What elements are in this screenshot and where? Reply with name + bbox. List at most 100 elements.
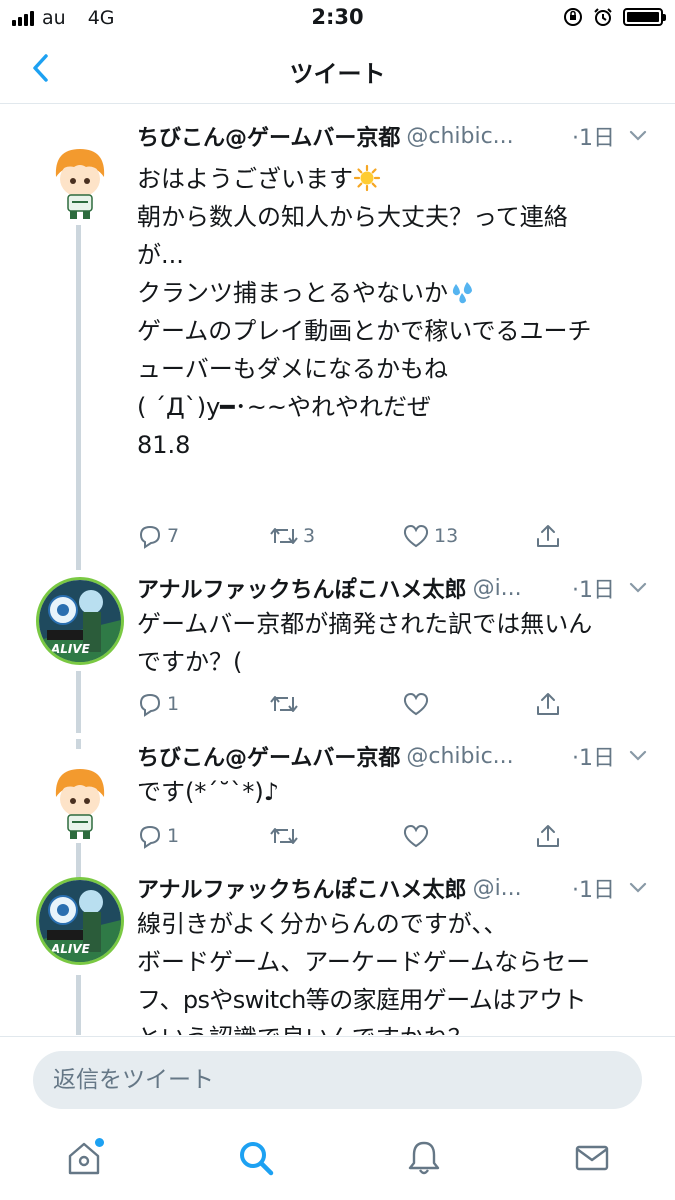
avatar-text: ALIVE <box>51 942 90 956</box>
tweet-line: という認識で良いんですかね？ <box>137 1019 645 1035</box>
avatar[interactable] <box>36 135 124 223</box>
display-name[interactable]: ちびこん@ゲームバー京都 <box>137 740 400 772</box>
tweet-line: おはようございます <box>137 165 353 193</box>
notifications-icon <box>408 1141 440 1175</box>
page-title: ツイート <box>289 60 386 88</box>
tweet-line: クランツ捕まっとるやないか <box>137 279 449 307</box>
status-right <box>563 7 666 27</box>
caret-down-icon[interactable] <box>629 582 647 594</box>
retweet-button[interactable]: 3 <box>269 523 315 549</box>
display-name[interactable]: アナルファックちんぽこハメ太郎 <box>137 572 467 604</box>
tweet-actions: 1 <box>137 823 577 859</box>
tweet-line: ですか？( <box>137 648 243 676</box>
thread-line <box>76 671 81 733</box>
tab-messages[interactable] <box>570 1136 614 1180</box>
avatar-text: ALIVE <box>51 642 90 656</box>
reply-count: 1 <box>167 825 180 847</box>
messages-icon <box>575 1145 609 1171</box>
tweet-line: ( ´Д`)y━･~~やれやれだぜ <box>137 393 431 421</box>
share-icon <box>537 525 559 547</box>
retweet-button[interactable] <box>269 823 299 849</box>
tweet-line: 朝から数人の知人から大丈夫？って連絡 <box>137 203 568 231</box>
tab-home[interactable] <box>62 1136 106 1180</box>
status-bar: au 4G 2:30 <box>0 0 675 36</box>
handle[interactable]: @chibic... <box>406 744 566 769</box>
like-button[interactable]: 13 <box>402 523 458 549</box>
retweet-button[interactable] <box>269 691 299 717</box>
reply-count: 1 <box>167 693 180 715</box>
reply-button[interactable]: 7 <box>137 523 179 549</box>
reply-icon <box>139 825 161 849</box>
tweet-actions: 7 3 13 <box>137 523 577 559</box>
reply-count: 7 <box>167 525 180 547</box>
tweet-thread: ちびこん@ゲームバー京都 @chibic... ·1日 おはようございます 朝か… <box>0 105 675 1035</box>
nav-bar: ツイート <box>0 36 675 104</box>
tweet[interactable]: ちびこん@ゲームバー京都 @chibic... ·1日 おはようございます 朝か… <box>0 105 675 575</box>
like-icon <box>403 692 429 716</box>
retweet-icon <box>270 828 298 844</box>
tweet-line: ボードゲーム、アーケードゲームならセー <box>137 948 591 976</box>
reply-button[interactable]: 1 <box>137 823 179 849</box>
timestamp[interactable]: ·1日 <box>572 872 615 904</box>
share-icon <box>537 825 559 847</box>
sweat-drops-emoji <box>452 282 473 304</box>
orientation-lock-icon <box>564 8 582 26</box>
tweet-text: 線引きがよく分からんのですが、、 ボードゲーム、アーケードゲームならセー フ、p… <box>137 905 645 1035</box>
chibi-avatar-image <box>36 135 124 223</box>
thread-line <box>76 739 81 749</box>
reply-input[interactable] <box>33 1051 642 1109</box>
timestamp[interactable]: ·1日 <box>572 740 615 772</box>
avatar[interactable]: ALIVE <box>36 577 124 665</box>
chibi-avatar-image <box>36 755 124 843</box>
alarm-icon <box>594 8 612 26</box>
tweet-line: フ、psやswitch等の家庭用ゲームはアウト <box>137 986 586 1014</box>
caret-down-icon[interactable] <box>629 750 647 762</box>
tweet-text: おはようございます 朝から数人の知人から大丈夫？って連絡 が... クランツ捕ま… <box>137 160 635 464</box>
tweet-line: ューバーもダメになるかもね <box>137 355 449 383</box>
tweet-actions: 1 <box>137 691 577 727</box>
retweet-count: 3 <box>303 525 316 547</box>
avatar[interactable] <box>36 755 124 843</box>
share-button[interactable] <box>535 523 561 549</box>
like-button[interactable] <box>402 823 430 849</box>
tweet-header: ちびこん@ゲームバー京都 @chibic... ·1日 <box>137 739 647 773</box>
thread-line <box>76 225 81 570</box>
tweet-line: 線引きがよく分からんのですが、、 <box>137 910 508 938</box>
reply-icon <box>139 525 161 549</box>
like-button[interactable] <box>402 691 430 717</box>
tweet-text: です(*´˘`*)♪ <box>137 773 635 811</box>
search-icon <box>240 1142 274 1176</box>
handle[interactable]: @i... <box>473 876 566 901</box>
caret-down-icon[interactable] <box>629 130 647 142</box>
battery-icon <box>623 8 666 26</box>
handle[interactable]: @i... <box>473 576 566 601</box>
tweet-header: アナルファックちんぽこハメ太郎 @i... ·1日 <box>137 871 647 905</box>
tweet-line: が... <box>137 241 184 269</box>
share-button[interactable] <box>535 823 561 849</box>
handle[interactable]: @chibic... <box>406 124 566 149</box>
caret-down-icon[interactable] <box>629 882 647 894</box>
notification-dot <box>95 1138 104 1147</box>
timestamp[interactable]: ·1日 <box>572 120 615 152</box>
avatar[interactable]: ALIVE <box>36 877 124 965</box>
sun-emoji <box>353 164 381 192</box>
reply-button[interactable]: 1 <box>137 691 179 717</box>
tweet-line: 81.8 <box>137 431 191 459</box>
retweet-icon <box>270 528 298 544</box>
tab-notifications[interactable] <box>402 1136 446 1180</box>
like-icon <box>403 524 429 548</box>
display-name[interactable]: アナルファックちんぽこハメ太郎 <box>137 872 467 904</box>
like-count: 13 <box>434 525 459 547</box>
tweet-line: です(*´˘`*)♪ <box>137 778 280 806</box>
timestamp[interactable]: ·1日 <box>572 572 615 604</box>
tweet-header: アナルファックちんぽこハメ太郎 @i... ·1日 <box>137 571 647 605</box>
display-name[interactable]: ちびこん@ゲームバー京都 <box>137 120 400 152</box>
tab-bar <box>0 1122 675 1200</box>
thread-line <box>76 975 81 1035</box>
share-button[interactable] <box>535 691 561 717</box>
reply-icon <box>139 693 161 717</box>
tab-search[interactable] <box>234 1136 278 1180</box>
tweet-header: ちびこん@ゲームバー京都 @chibic... ·1日 <box>137 119 647 153</box>
tweet-text: ゲームバー京都が摘発された訳では無いん ですか？( <box>137 605 635 681</box>
tweet-line: ゲームバー京都が摘発された訳では無いん <box>137 610 593 638</box>
